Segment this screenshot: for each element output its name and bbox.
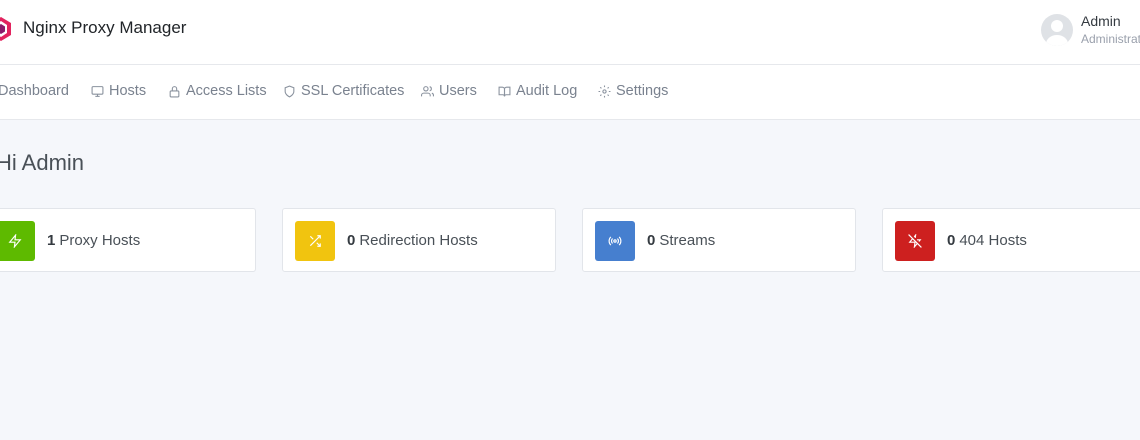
card-label: 404 Hosts — [959, 232, 1027, 249]
book-icon — [498, 86, 511, 96]
card-label: Redirection Hosts — [359, 232, 478, 249]
nav-label: Audit Log — [516, 83, 578, 99]
shuffle-icon — [309, 235, 321, 247]
nav-label: Users — [439, 83, 477, 99]
redirection-hosts-card[interactable]: 0 Redirection Hosts — [282, 208, 556, 272]
card-stat: 0 Redirection Hosts — [347, 232, 478, 249]
card-badge — [895, 221, 935, 261]
nav-label: Hosts — [109, 83, 147, 99]
card-count: 0 — [647, 232, 656, 249]
nav-dashboard[interactable]: Dashboard — [0, 83, 69, 99]
card-label: Proxy Hosts — [59, 232, 141, 249]
zap-off-icon — [908, 234, 922, 248]
monitor-icon — [91, 85, 104, 97]
shield-icon — [284, 85, 295, 98]
main-nav: Dashboard Hosts Access Lists SSL Certifi… — [0, 65, 1140, 120]
nav-users[interactable]: Users — [421, 83, 477, 99]
user-role: Administrator — [1081, 32, 1140, 46]
card-badge — [595, 221, 635, 261]
user-name[interactable]: Admin — [1081, 13, 1121, 29]
card-stat: 1 Proxy Hosts — [47, 232, 140, 249]
card-badge — [295, 221, 335, 261]
404-hosts-card[interactable]: 0 404 Hosts — [882, 208, 1140, 272]
nav-label: Access Lists — [186, 83, 267, 99]
card-count: 0 — [347, 232, 356, 249]
nav-settings[interactable]: Settings — [598, 83, 668, 99]
top-header: Nginx Proxy Manager Admin Administrator — [0, 0, 1140, 65]
app-title[interactable]: Nginx Proxy Manager — [23, 18, 186, 38]
card-count: 0 — [947, 232, 956, 249]
zap-icon — [8, 234, 22, 248]
nav-access-lists[interactable]: Access Lists — [168, 83, 267, 99]
lock-icon — [169, 85, 180, 97]
card-stat: 0 Streams — [647, 232, 715, 249]
radio-icon — [608, 236, 622, 246]
card-badge — [0, 221, 35, 261]
card-stat: 0 404 Hosts — [947, 232, 1027, 249]
avatar[interactable] — [1041, 14, 1073, 46]
gear-icon — [598, 85, 611, 97]
nav-label: Settings — [616, 83, 669, 99]
card-label: Streams — [659, 232, 716, 249]
app-logo-icon[interactable] — [0, 16, 12, 42]
nav-audit-log[interactable]: Audit Log — [498, 83, 577, 99]
nav-label: SSL Certificates — [301, 83, 405, 99]
nav-ssl-certificates[interactable]: SSL Certificates — [283, 83, 404, 99]
card-count: 1 — [47, 232, 56, 249]
nav-label: Dashboard — [0, 83, 69, 99]
users-icon — [421, 85, 434, 96]
nav-hosts[interactable]: Hosts — [91, 83, 146, 99]
streams-card[interactable]: 0 Streams — [582, 208, 856, 272]
proxy-hosts-card[interactable]: 1 Proxy Hosts — [0, 208, 256, 272]
page-title: Hi Admin — [0, 150, 85, 175]
